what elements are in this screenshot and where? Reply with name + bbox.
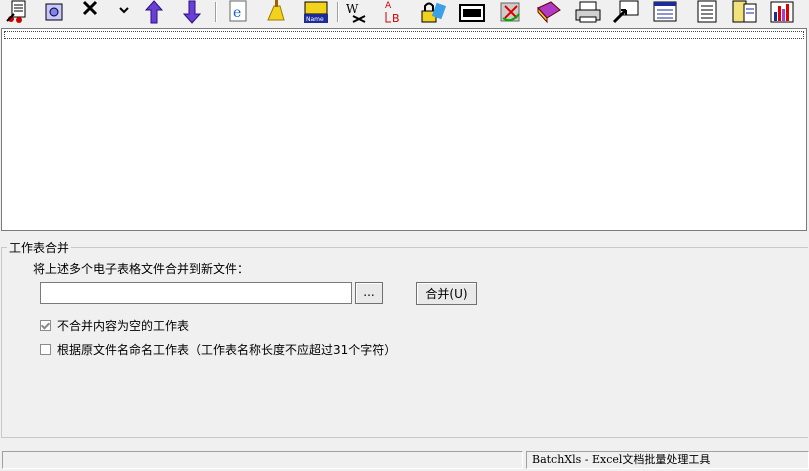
status-bar: BatchXls - Excel文档批量处理工具 [0,449,809,471]
output-filename-input[interactable] [40,282,352,304]
printer-icon[interactable] [574,0,602,24]
name-by-file-option[interactable]: 根据原文件名命名工作表（工作表名称长度不应超过31个字符） [40,342,397,357]
svg-text:A: A [385,1,392,11]
name-icon[interactable]: Name [302,0,330,24]
svg-text:Name: Name [306,16,324,23]
file-list[interactable] [1,28,807,231]
recycle-icon[interactable] [497,0,525,24]
book-icon[interactable] [535,0,563,24]
status-pane-left [2,451,523,469]
status-pane-app-title: BatchXls - Excel文档批量处理工具 [526,451,809,469]
ab-icon[interactable]: AB [380,0,408,24]
delete-icon[interactable] [76,0,104,24]
word-icon[interactable]: W [343,0,371,24]
printer-dialog-icon[interactable] [458,0,486,24]
report-icon[interactable] [4,0,32,24]
lock-icon[interactable] [418,0,446,24]
toolbar-separator [215,2,217,22]
svg-text:B: B [392,12,400,24]
document-icon[interactable] [693,0,721,24]
merge-group-title: 工作表合并 [7,239,72,256]
svg-text:e: e [233,5,241,21]
notes-icon[interactable] [730,0,758,24]
chart-icon[interactable] [768,0,796,24]
merge-instruction-label: 将上述多个电子表格文件合并到新文件： [33,262,250,276]
move-up-icon[interactable] [140,0,168,24]
dropdown-icon[interactable] [112,0,140,24]
toolbar: e Name W AB [0,0,809,27]
move-down-icon[interactable] [178,0,206,24]
gear-icon[interactable] [40,0,68,24]
skip-empty-checkbox[interactable] [40,319,51,331]
name-by-file-checkbox[interactable] [40,343,51,355]
list-focus-rect [4,31,804,39]
svg-text:W: W [346,2,359,16]
name-by-file-label: 根据原文件名命名工作表（工作表名称长度不应超过31个字符） [57,342,397,357]
broom-icon[interactable] [262,0,290,24]
browse-button[interactable]: ... [355,282,383,304]
toolbar-separator [337,2,339,22]
skip-empty-option[interactable]: 不合并内容为空的工作表 [40,318,190,333]
ie-icon[interactable]: e [225,0,253,24]
export-icon[interactable] [612,0,640,24]
worksheet-icon[interactable] [651,0,679,24]
skip-empty-label: 不合并内容为空的工作表 [57,318,190,333]
merge-button[interactable]: 合并(U) [416,282,477,305]
